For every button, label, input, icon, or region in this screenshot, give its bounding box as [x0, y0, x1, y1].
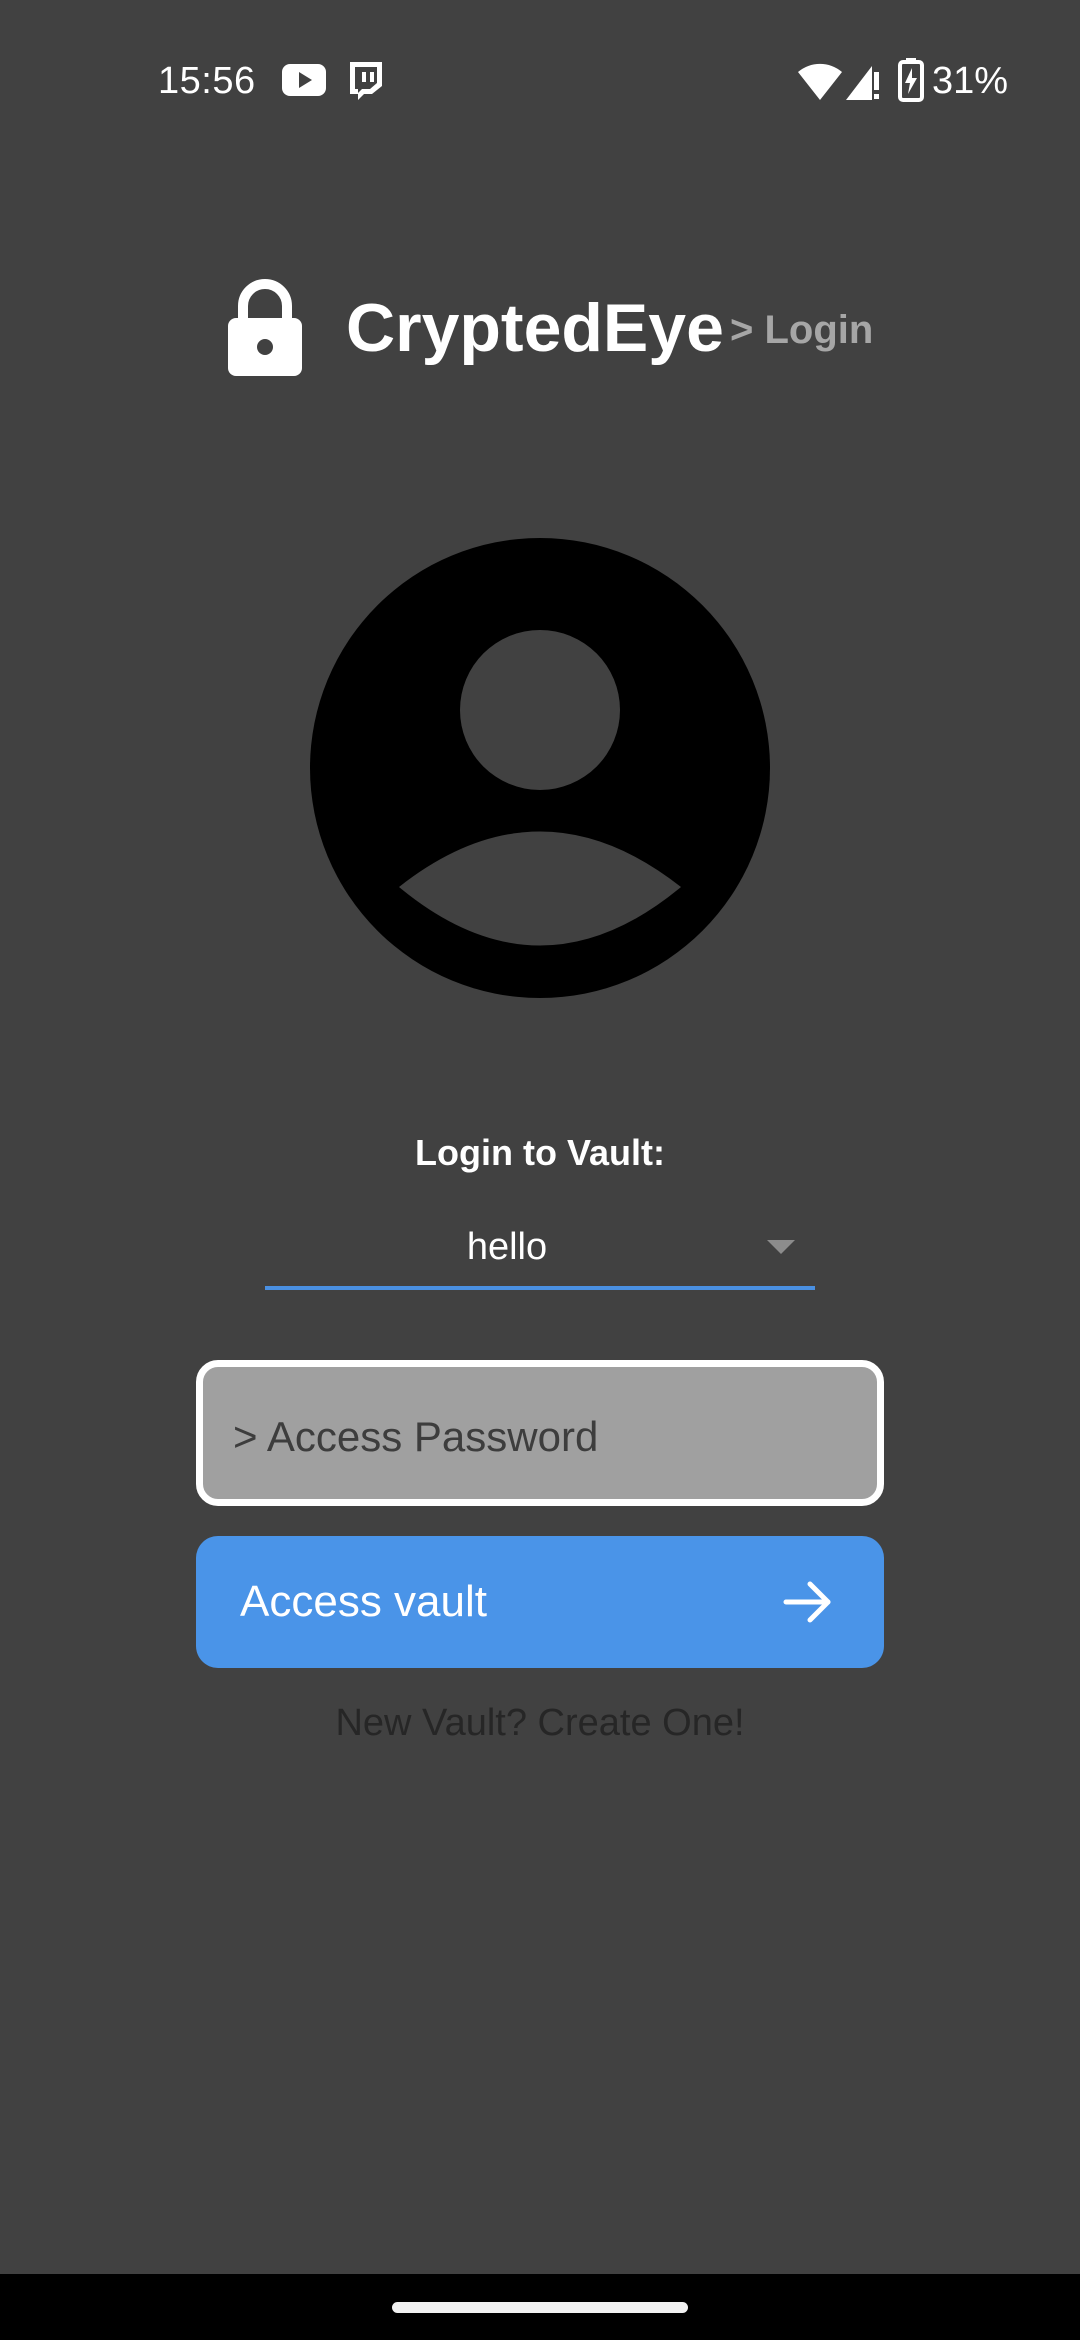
app-title: CryptedEye [346, 290, 724, 366]
cell-signal-icon [846, 62, 882, 107]
twitch-icon [346, 60, 386, 107]
arrow-right-icon [782, 1576, 834, 1633]
wifi-icon [798, 62, 842, 107]
password-placeholder: > Access Password [233, 1413, 599, 1460]
access-vault-button[interactable]: Access vault [196, 1536, 884, 1668]
page-subtitle: > Login [730, 308, 874, 352]
vault-select-value: hello [466, 1226, 548, 1268]
battery-charging-icon [898, 58, 924, 107]
youtube-icon [282, 64, 326, 101]
access-vault-label: Access vault [240, 1577, 487, 1626]
vault-select[interactable]: hello [265, 1210, 815, 1290]
home-indicator[interactable] [392, 2302, 688, 2313]
status-time: 15:56 [158, 60, 256, 102]
login-label: Login to Vault: [415, 1132, 665, 1173]
chevron-down-icon [767, 1240, 795, 1254]
navigation-bar [0, 2274, 1080, 2340]
battery-percentage: 31% [932, 60, 1009, 102]
account-circle-icon [310, 538, 770, 1003]
lock-icon [226, 278, 304, 383]
password-input[interactable]: > Access Password [196, 1360, 884, 1506]
status-bar: 15:56 31% [0, 0, 1080, 160]
create-vault-link[interactable]: New Vault? Create One! [0, 1698, 1080, 1748]
